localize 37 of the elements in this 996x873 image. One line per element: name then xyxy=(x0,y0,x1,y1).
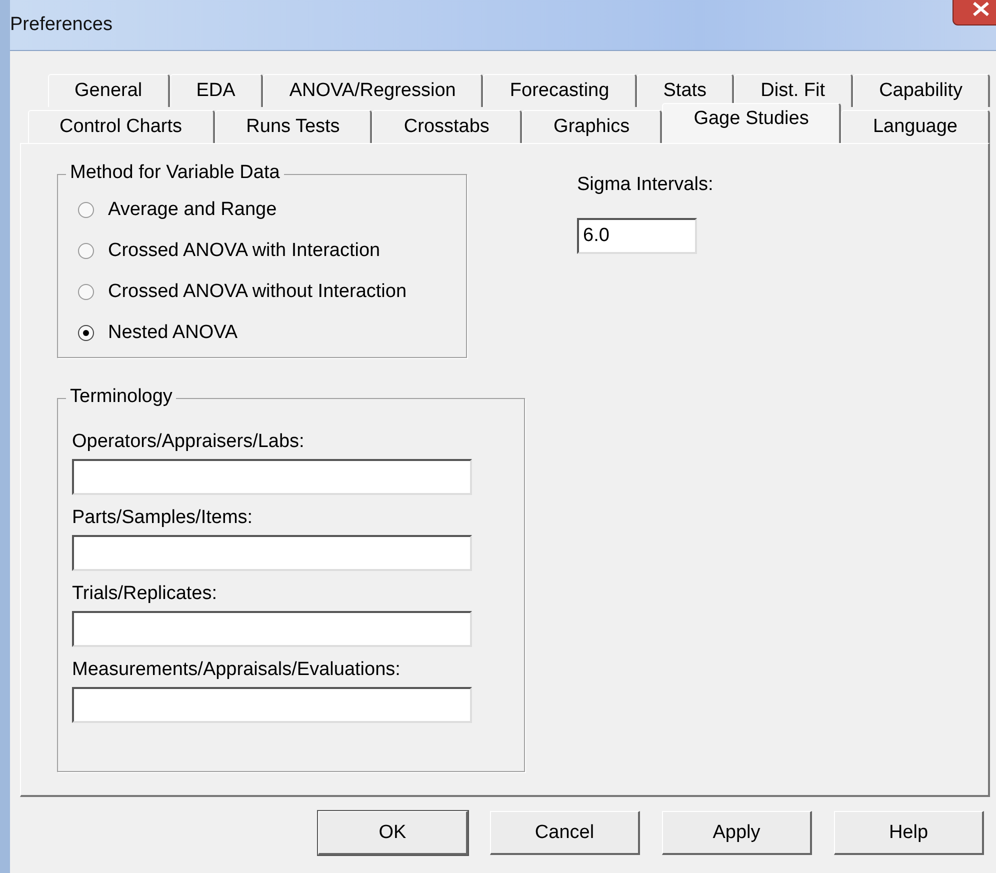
tab[interactable]: Graphics xyxy=(522,110,662,143)
dialog-button[interactable]: OK xyxy=(318,811,468,855)
radio-option[interactable]: Crossed ANOVA with Interaction xyxy=(78,230,466,271)
radio-button[interactable] xyxy=(78,202,94,218)
tab[interactable]: Forecasting xyxy=(483,74,637,107)
dialog-button[interactable]: Help xyxy=(834,811,984,855)
field-label: Sigma Intervals: xyxy=(577,174,714,196)
field-label: Parts/Samples/Items: xyxy=(72,507,254,529)
radio-button[interactable] xyxy=(78,324,94,340)
tab[interactable]: Stats xyxy=(636,74,734,107)
close-icon[interactable] xyxy=(952,0,996,26)
radio-option[interactable]: Nested ANOVA xyxy=(78,312,466,353)
field-label: Operators/Appraisers/Labs: xyxy=(72,431,306,453)
input-field[interactable] xyxy=(72,611,472,647)
tab[interactable]: General xyxy=(48,74,170,107)
dialog-button[interactable]: Apply xyxy=(662,811,812,855)
input-field[interactable] xyxy=(72,687,472,723)
input-field[interactable] xyxy=(72,535,472,571)
radio-option[interactable]: Average and Range xyxy=(78,189,466,230)
tab[interactable]: Control Charts xyxy=(28,110,215,143)
tab[interactable]: Crosstabs xyxy=(372,110,522,143)
field-label: Measurements/Appraisals/Evaluations: xyxy=(72,659,402,681)
tab[interactable]: ANOVA/Regression xyxy=(262,74,484,107)
tab[interactable]: Runs Tests xyxy=(214,110,372,143)
radio-button[interactable] xyxy=(78,242,94,258)
field-label: Trials/Replicates: xyxy=(72,583,218,605)
radio-button[interactable] xyxy=(78,284,94,300)
sigma-field[interactable]: 6.0 xyxy=(577,218,697,254)
tab[interactable]: Gage Studies xyxy=(662,103,842,143)
tab[interactable]: Capability xyxy=(852,74,990,107)
input-field[interactable] xyxy=(72,459,472,495)
group-title: Terminology xyxy=(66,386,176,408)
tab[interactable]: Language xyxy=(841,110,990,143)
radio-option[interactable]: Crossed ANOVA without Interaction xyxy=(78,271,466,312)
tab[interactable]: EDA xyxy=(170,74,263,107)
window-title: Preferences xyxy=(10,14,112,36)
dialog-button[interactable]: Cancel xyxy=(490,811,640,855)
